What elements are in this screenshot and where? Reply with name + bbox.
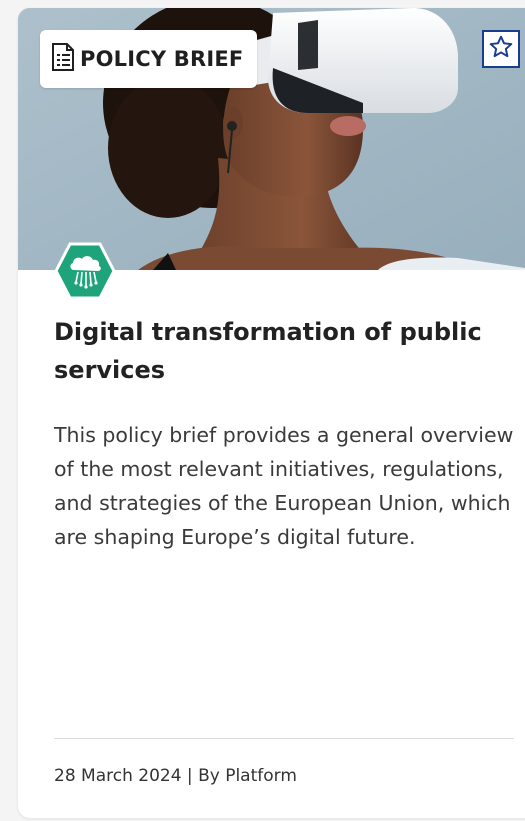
card-meta: 28 March 2024 | By Platform	[54, 766, 297, 786]
card-description: This policy brief provides a general ove…	[54, 423, 514, 549]
topic-badge	[54, 242, 116, 300]
star-outline-icon	[488, 34, 514, 64]
meta-separator: |	[181, 766, 199, 786]
cloud-network-icon	[54, 242, 116, 300]
policy-card[interactable]: POLICY BRIEF Digital transformation of p…	[18, 8, 525, 818]
document-list-icon	[50, 42, 76, 76]
divider	[54, 738, 514, 739]
content-type-label: POLICY BRIEF	[80, 47, 244, 71]
author: By Platform	[198, 766, 297, 786]
publish-date: 28 March 2024	[54, 766, 182, 786]
favorite-button[interactable]	[482, 30, 520, 68]
content-type-tag: POLICY BRIEF	[40, 30, 258, 88]
card-title[interactable]: Digital transformation of public service…	[54, 313, 494, 389]
